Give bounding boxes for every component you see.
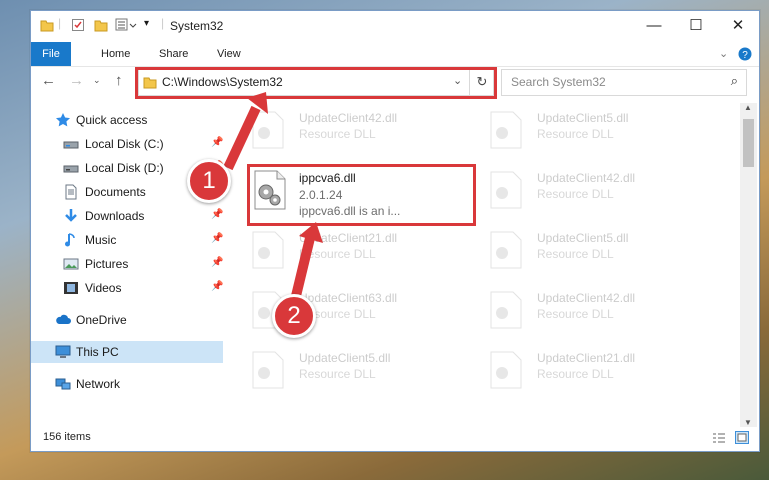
arrow-1 [223,105,261,171]
step-callout-2: 2 [272,294,316,338]
step-callout-1: 1 [187,159,231,203]
annotation-arrows [223,92,323,298]
arrow-2 [291,236,315,298]
